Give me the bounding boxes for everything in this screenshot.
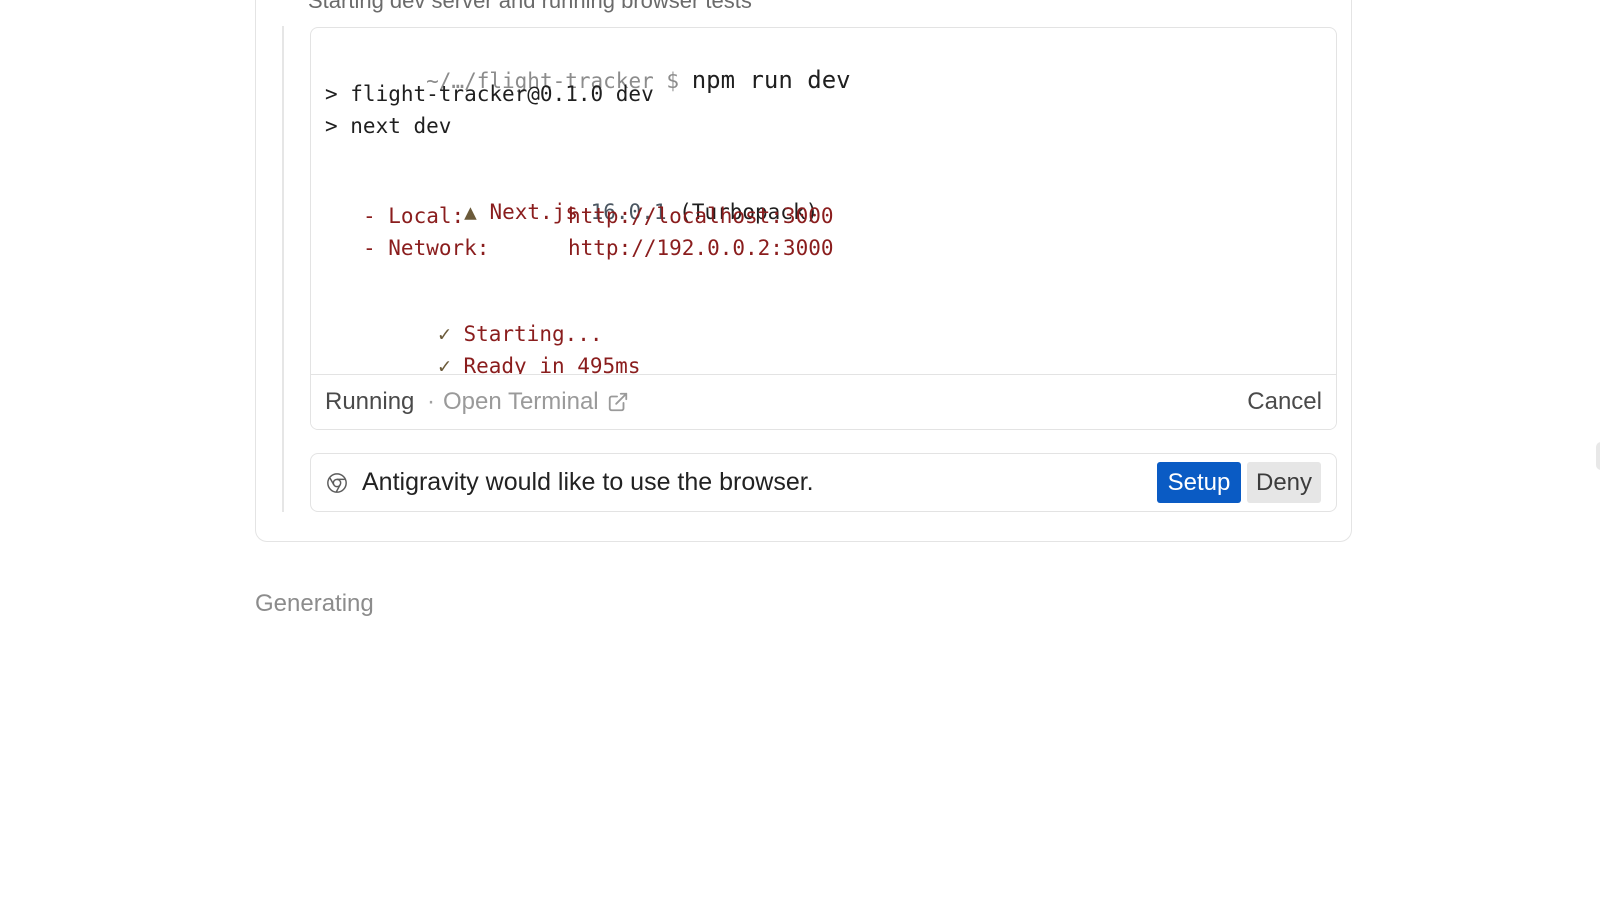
setup-button[interactable]: Setup	[1157, 462, 1241, 503]
nextjs-name: Next.js	[489, 200, 578, 224]
browser-permission-prompt: Antigravity would like to use the browse…	[310, 453, 1337, 512]
script-line: > flight-tracker@0.1.0 dev	[325, 82, 654, 106]
cancel-button[interactable]: Cancel	[1247, 388, 1322, 416]
step-title: Starting dev server and running browser …	[308, 0, 752, 13]
status-separator: ·	[427, 388, 435, 415]
terminal-footer: Running · Open Terminal Cancel	[311, 374, 1336, 429]
prompt-command: npm run dev	[691, 66, 851, 94]
network-label: - Network:	[363, 236, 490, 260]
terminal-output: ~/…/flight-tracker $ npm run dev > fligh…	[311, 28, 1336, 378]
running-status: Running	[325, 388, 415, 415]
local-label: - Local:	[363, 204, 465, 228]
browser-icon	[326, 472, 348, 499]
nextjs-triangle-icon: ▲	[464, 200, 477, 224]
deny-button[interactable]: Deny	[1247, 462, 1321, 503]
page: Starting dev server and running browser …	[0, 0, 1600, 900]
external-link-icon	[608, 392, 627, 412]
terminal-panel: ~/…/flight-tracker $ npm run dev > fligh…	[310, 27, 1337, 430]
network-url[interactable]: http://192.0.0.2:3000	[568, 234, 834, 262]
open-terminal-link[interactable]: Open Terminal	[443, 388, 629, 416]
next-line: > next dev	[325, 114, 452, 138]
permission-message: Antigravity would like to use the browse…	[362, 468, 814, 496]
generating-status: Generating	[255, 590, 374, 617]
local-url[interactable]: http://localhost:3000	[568, 202, 834, 230]
scrollbar-handle[interactable]	[1596, 442, 1600, 470]
open-terminal-label: Open Terminal	[443, 388, 599, 415]
thread-line	[282, 26, 284, 512]
